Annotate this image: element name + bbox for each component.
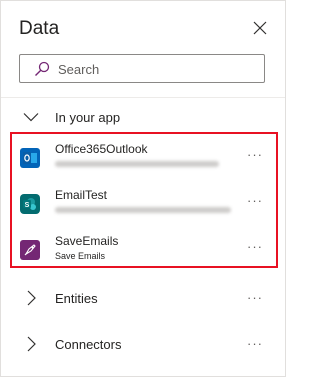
redacted-text bbox=[55, 207, 231, 213]
item-name: Office365Outlook bbox=[55, 142, 148, 156]
divider bbox=[1, 97, 285, 98]
more-options-icon[interactable]: ··· bbox=[247, 290, 263, 305]
search-input[interactable] bbox=[56, 55, 260, 84]
section-entities[interactable]: Entities ··· bbox=[1, 288, 285, 312]
list-item-emailtest[interactable]: S EmailTest ··· bbox=[1, 188, 285, 232]
search-icon bbox=[35, 61, 50, 76]
data-panel: Data In your app Office365Outlook bbox=[0, 0, 286, 377]
outlook-icon bbox=[20, 148, 40, 168]
item-subtitle: Save Emails bbox=[55, 251, 106, 261]
more-options-icon[interactable]: ··· bbox=[247, 193, 263, 208]
close-icon[interactable] bbox=[253, 21, 267, 35]
item-name: EmailTest bbox=[55, 188, 108, 202]
panel-header: Data bbox=[19, 18, 267, 42]
section-label: Connectors bbox=[55, 337, 122, 352]
flow-icon bbox=[20, 240, 40, 260]
more-options-icon[interactable]: ··· bbox=[247, 336, 263, 351]
section-in-your-app[interactable]: In your app bbox=[1, 107, 285, 131]
chevron-down-icon[interactable] bbox=[23, 109, 39, 125]
item-name: SaveEmails bbox=[55, 234, 119, 248]
more-options-icon[interactable]: ··· bbox=[247, 239, 263, 254]
redacted-text bbox=[55, 161, 219, 167]
more-options-icon[interactable]: ··· bbox=[247, 147, 263, 162]
panel-title: Data bbox=[19, 18, 60, 39]
search-box[interactable] bbox=[19, 54, 265, 84]
section-label: In your app bbox=[55, 110, 121, 125]
section-connectors[interactable]: Connectors ··· bbox=[1, 334, 285, 358]
chevron-right-icon[interactable] bbox=[23, 290, 39, 306]
chevron-right-icon[interactable] bbox=[23, 336, 39, 352]
svg-text:S: S bbox=[25, 202, 30, 209]
sharepoint-icon: S bbox=[20, 194, 40, 214]
list-item-office365outlook[interactable]: Office365Outlook ··· bbox=[1, 142, 285, 186]
section-label: Entities bbox=[55, 291, 98, 306]
list-item-saveemails[interactable]: SaveEmails Save Emails ··· bbox=[1, 234, 285, 278]
